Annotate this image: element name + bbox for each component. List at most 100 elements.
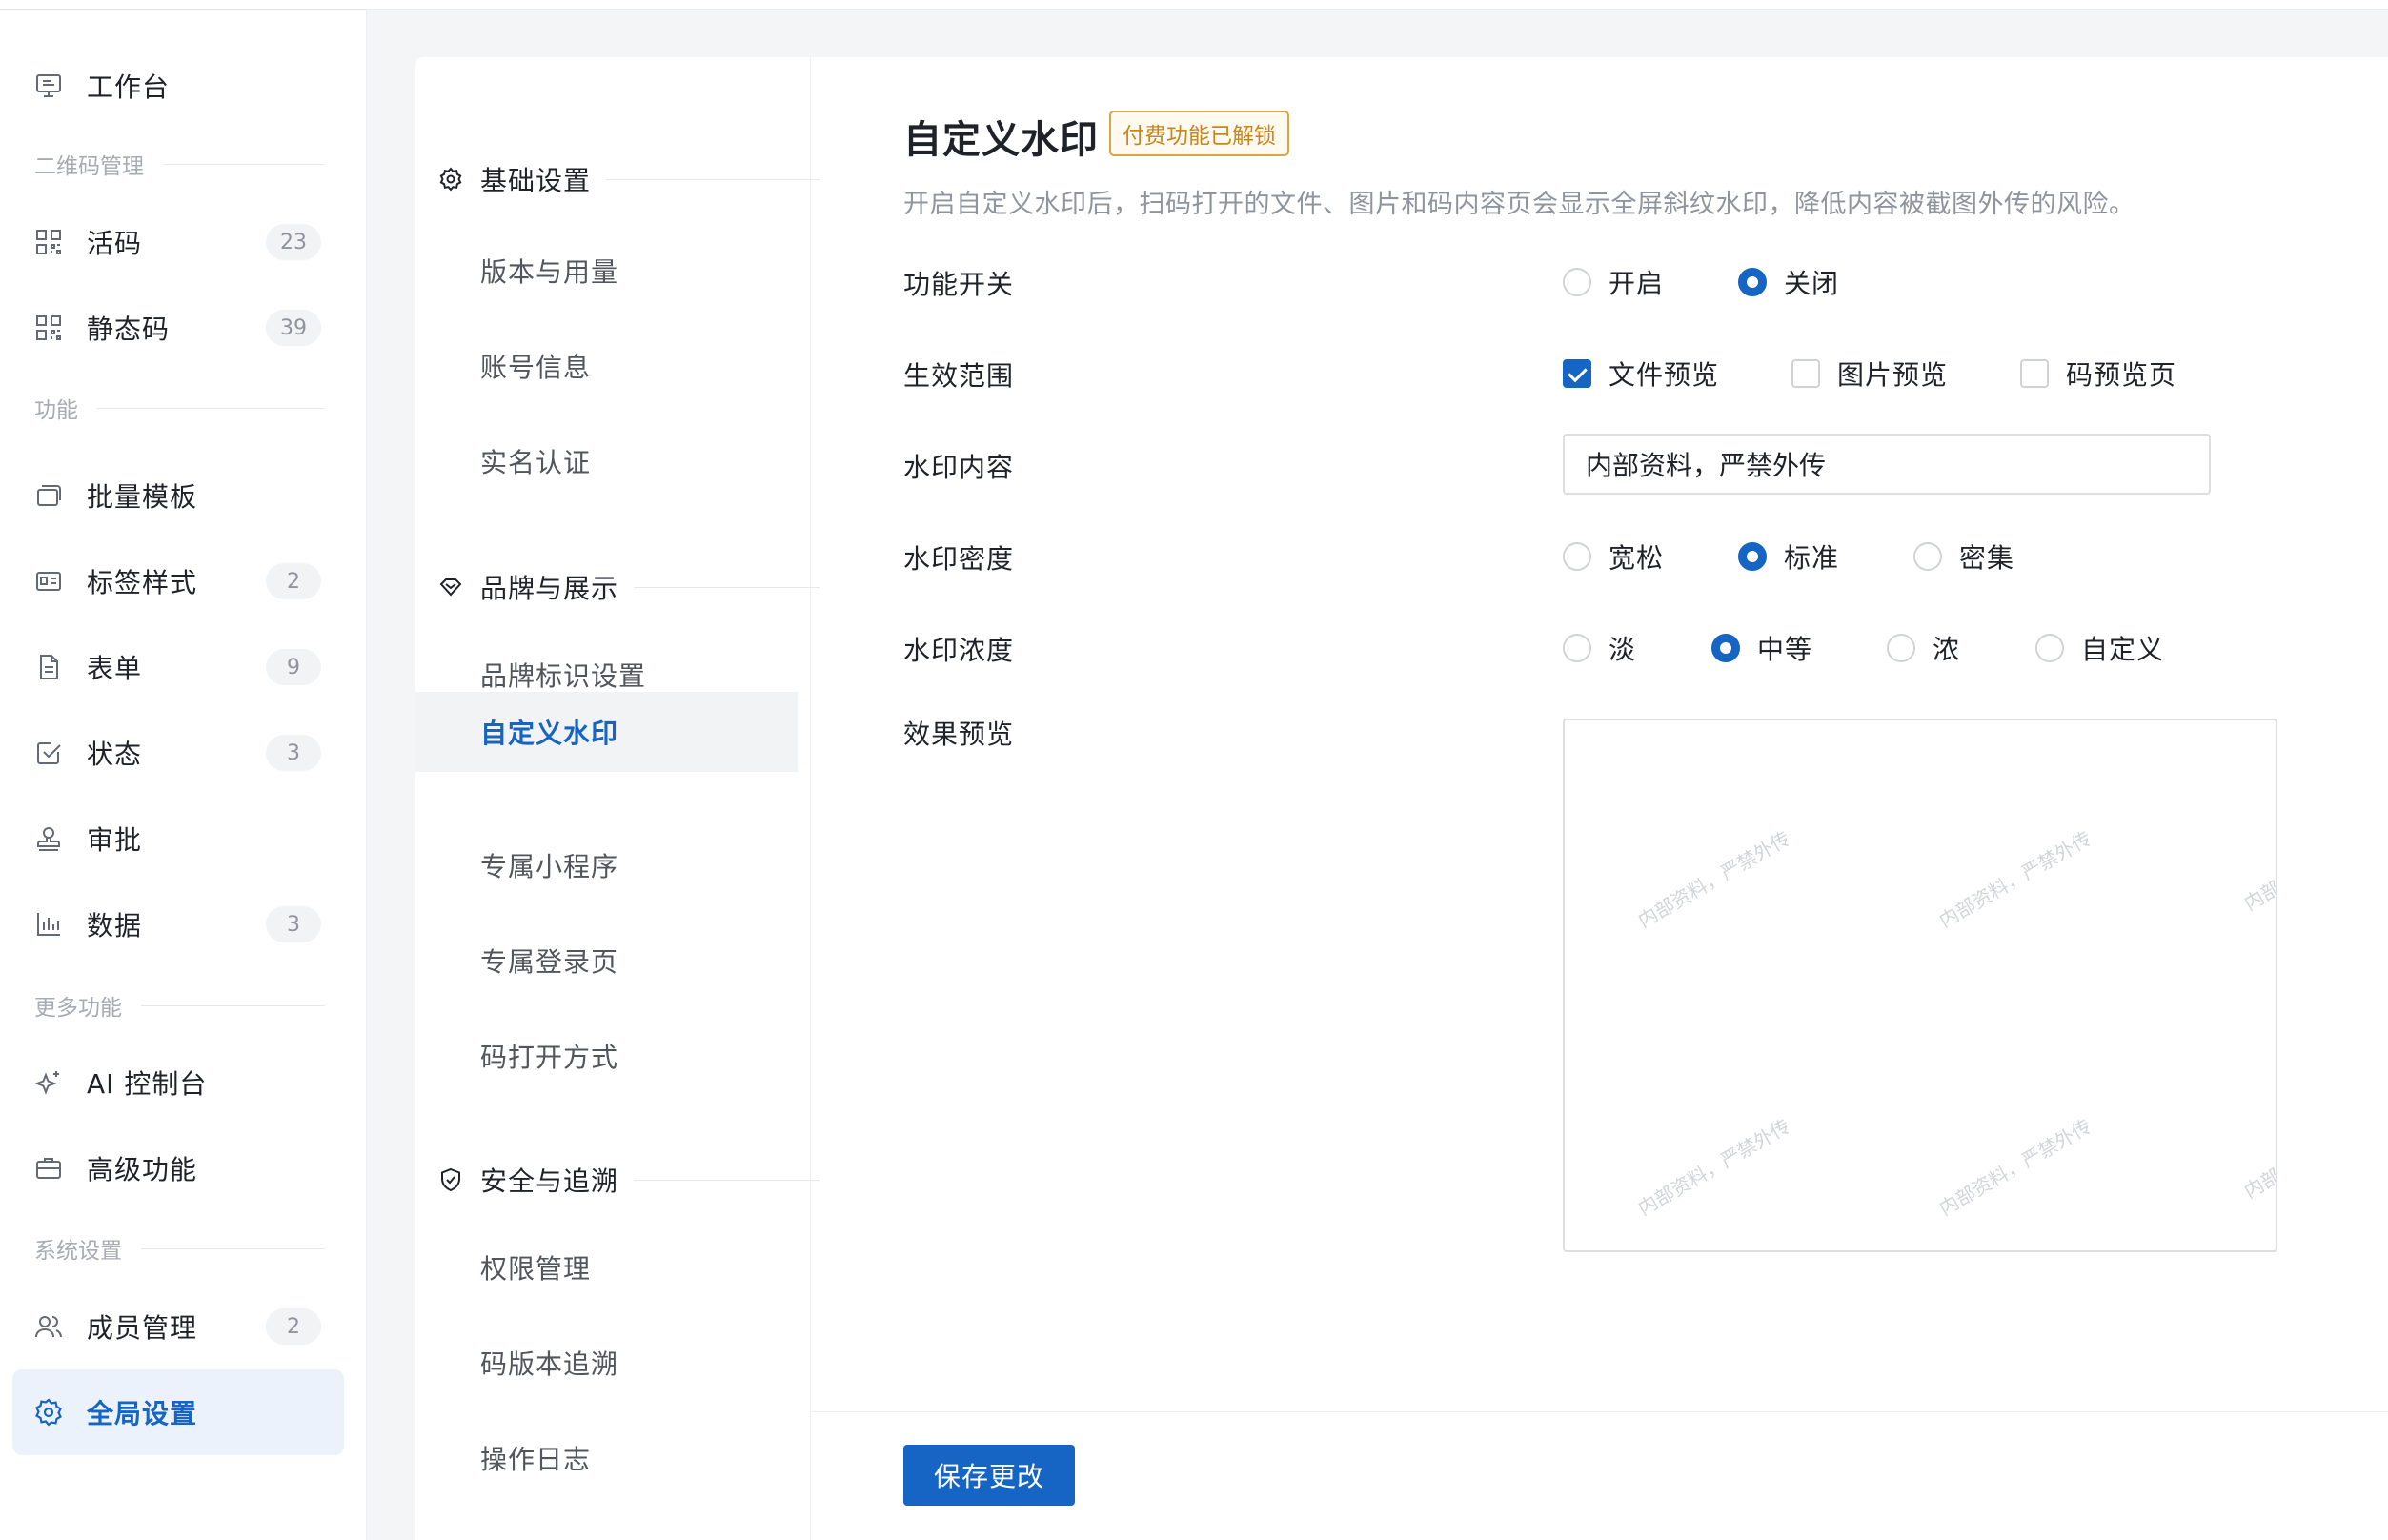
gear-icon	[439, 167, 462, 192]
sparkle-icon	[34, 1071, 59, 1095]
radio-button[interactable]	[1563, 542, 1591, 571]
subnav-group-security: 安全与追溯	[438, 1159, 820, 1201]
scope-code-checkbox[interactable]: 码预览页	[2020, 355, 2176, 393]
preview-watermark-text: 内部资料，严禁外传	[1934, 1114, 2095, 1221]
subnav-item-login-page[interactable]: 专属登录页	[415, 921, 798, 1001]
sidebar: 工作台 二维码管理 活码 23 静态码 39 功能 批量模板 标签样式 2 表单…	[0, 10, 367, 1540]
switch-on-radio[interactable]: 开启	[1563, 263, 1664, 301]
qrcode-icon	[36, 315, 61, 340]
checkbox-label: 码预览页	[2066, 359, 2177, 391]
radio-button[interactable]	[1738, 268, 1767, 296]
subnav-group-label: 品牌与展示	[480, 573, 619, 604]
radio-label: 自定义	[2081, 634, 2165, 665]
subnav-item-account[interactable]: 账号信息	[415, 326, 798, 406]
opacity-light-radio[interactable]: 淡	[1563, 629, 1636, 667]
gear-icon	[35, 1398, 62, 1427]
sidebar-item-advanced[interactable]: 高级功能	[12, 1125, 344, 1211]
preview-watermark-text: 内部资料，严禁外传	[1934, 826, 2095, 933]
radio-button[interactable]	[2035, 634, 2064, 662]
settings-card: 基础设置 版本与用量 账号信息 实名认证 品牌与展示 品牌标识设置 自定义水印 …	[415, 57, 2388, 1540]
opacity-strong-radio[interactable]: 浓	[1887, 629, 1960, 667]
subnav-item-permission[interactable]: 权限管理	[415, 1227, 798, 1307]
count-badge: 9	[266, 649, 321, 685]
sidebar-item-batch-template[interactable]: 批量模板	[12, 453, 344, 538]
checkbox[interactable]	[2020, 359, 2049, 388]
radio-label: 浓	[1933, 634, 1961, 665]
count-badge: 39	[266, 310, 321, 346]
sidebar-item-label-style[interactable]: 标签样式 2	[12, 538, 344, 624]
subnav-item-open-method[interactable]: 码打开方式	[415, 1016, 798, 1096]
sidebar-item-label: 成员管理	[87, 1312, 198, 1344]
sidebar-item-global-settings[interactable]: 全局设置	[12, 1369, 344, 1455]
count-badge: 2	[266, 1308, 321, 1345]
sidebar-item-status[interactable]: 状态 3	[12, 710, 344, 796]
count-badge: 2	[266, 563, 321, 599]
radio-button[interactable]	[1887, 634, 1915, 662]
radio-label: 淡	[1609, 634, 1637, 665]
bar-chart-icon	[37, 913, 60, 936]
sidebar-item-label: 表单	[87, 653, 143, 684]
subnav-item-realname[interactable]: 实名认证	[415, 421, 798, 501]
preview-watermark-text: 内部资料，严禁外传	[1633, 1114, 1794, 1221]
switch-off-radio[interactable]: 关闭	[1738, 263, 1839, 301]
monitor-icon	[36, 74, 61, 97]
subnav-item-miniprogram[interactable]: 专属小程序	[415, 825, 798, 905]
radio-button[interactable]	[1711, 634, 1740, 662]
radio-button[interactable]	[1563, 268, 1591, 296]
sidebar-item-form[interactable]: 表单 9	[12, 624, 344, 710]
sidebar-item-label: 工作台	[87, 71, 171, 103]
document-icon	[40, 655, 58, 679]
sidebar-item-live-code[interactable]: 活码 23	[12, 199, 344, 285]
save-button[interactable]: 保存更改	[903, 1445, 1075, 1506]
density-standard-radio[interactable]: 标准	[1738, 537, 1839, 576]
subnav-item-version-trace[interactable]: 码版本追溯	[415, 1323, 798, 1403]
sidebar-item-data[interactable]: 数据 3	[12, 881, 344, 967]
checkbox-label: 文件预览	[1609, 359, 1720, 391]
subnav-item-oplog[interactable]: 操作日志	[415, 1418, 798, 1498]
subnav-group-brand: 品牌与展示	[438, 566, 820, 608]
sidebar-item-label: 状态	[87, 739, 143, 770]
radio-button[interactable]	[1563, 634, 1591, 662]
density-loose-radio[interactable]: 宽松	[1563, 537, 1664, 576]
radio-label: 中等	[1757, 634, 1813, 665]
subnav-item-watermark[interactable]: 自定义水印	[415, 692, 798, 772]
subnav-item-version[interactable]: 版本与用量	[415, 231, 798, 311]
sidebar-item-label: 标签样式	[87, 567, 198, 598]
id-card-icon	[36, 572, 61, 591]
footer-divider	[812, 1411, 2388, 1412]
sidebar-item-approval[interactable]: 审批	[12, 796, 344, 881]
watermark-settings-panel: 自定义水印 付费功能已解锁 开启自定义水印后，扫码打开的文件、图片和码内容页会显…	[812, 57, 2388, 1540]
radio-label: 标准	[1784, 542, 1840, 574]
page-title: 自定义水印	[903, 118, 1099, 162]
checkbox[interactable]	[1563, 359, 1591, 388]
sidebar-item-ai-console[interactable]: AI 控制台	[12, 1040, 344, 1125]
checkbox[interactable]	[1791, 359, 1820, 388]
preview-watermark-text: 内部	[2239, 1164, 2277, 1204]
checkbox-label: 图片预览	[1837, 359, 1949, 391]
section-header-qrcode: 二维码管理	[34, 150, 325, 179]
radio-label: 关闭	[1784, 268, 1840, 299]
subnav-group-label: 安全与追溯	[480, 1165, 619, 1197]
opacity-medium-radio[interactable]: 中等	[1711, 629, 1812, 667]
preview-watermark-text: 内部资料，严禁外传	[1633, 826, 1794, 933]
density-label: 水印密度	[903, 543, 1015, 575]
sidebar-item-workbench[interactable]: 工作台	[12, 43, 344, 129]
watermark-preview: 内部资料，严禁外传 内部资料，严禁外传 内部 内部资料，严禁外传 内部资料，严禁…	[1563, 719, 2277, 1252]
opacity-custom-radio[interactable]: 自定义	[2035, 629, 2164, 667]
scope-label: 生效范围	[903, 360, 1015, 392]
scope-file-checkbox[interactable]: 文件预览	[1563, 355, 1719, 393]
watermark-text-input[interactable]	[1563, 434, 2211, 495]
radio-button[interactable]	[1913, 542, 1942, 571]
radio-button[interactable]	[1738, 542, 1767, 571]
divider	[634, 1179, 820, 1181]
shield-check-icon	[441, 1167, 460, 1192]
subnav-group-label: 基础设置	[480, 165, 592, 196]
scope-image-checkbox[interactable]: 图片预览	[1791, 355, 1948, 393]
sidebar-item-static-code[interactable]: 静态码 39	[12, 285, 344, 371]
sidebar-item-label: AI 控制台	[87, 1068, 208, 1100]
density-dense-radio[interactable]: 密集	[1913, 537, 2014, 576]
settings-subnav: 基础设置 版本与用量 账号信息 实名认证 品牌与展示 品牌标识设置 自定义水印 …	[415, 57, 820, 1540]
sidebar-item-label: 批量模板	[87, 481, 198, 513]
sidebar-item-members[interactable]: 成员管理 2	[12, 1284, 344, 1369]
divider	[606, 178, 820, 180]
